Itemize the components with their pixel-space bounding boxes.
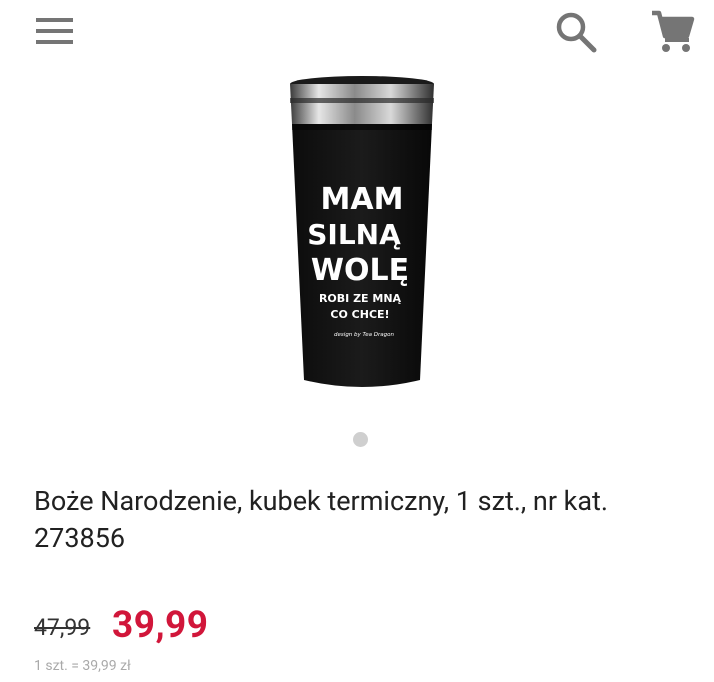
old-price: 47,99 <box>34 614 91 641</box>
mug-text-line2: SILNĄ <box>307 218 401 251</box>
product-gallery[interactable]: MAM SILNĄ WOLĘ ROBI ZE MNĄ CO CHCE! desi… <box>0 66 714 466</box>
shopping-cart-icon[interactable] <box>648 8 696 54</box>
mug-signature: design by Tea Dragon <box>334 332 394 338</box>
product-title: Boże Narodzenie, kubek termiczny, 1 szt.… <box>34 485 609 554</box>
mug-text-line4: ROBI ZE MNĄ <box>319 292 402 305</box>
hamburger-menu-icon[interactable] <box>34 14 76 48</box>
current-price: 39,99 <box>112 604 209 647</box>
carousel-dot[interactable] <box>353 432 368 447</box>
mug-text-line5: CO CHCE! <box>330 308 389 321</box>
search-icon[interactable] <box>552 10 600 54</box>
product-image[interactable]: MAM SILNĄ WOLĘ ROBI ZE MNĄ CO CHCE! desi… <box>284 74 440 394</box>
mug-text-line3: WOLĘ <box>311 253 409 288</box>
mug-text-line1: MAM <box>321 182 404 217</box>
unit-price: 1 szt. = 39,99 zł <box>34 658 131 674</box>
app-bar <box>0 0 714 66</box>
